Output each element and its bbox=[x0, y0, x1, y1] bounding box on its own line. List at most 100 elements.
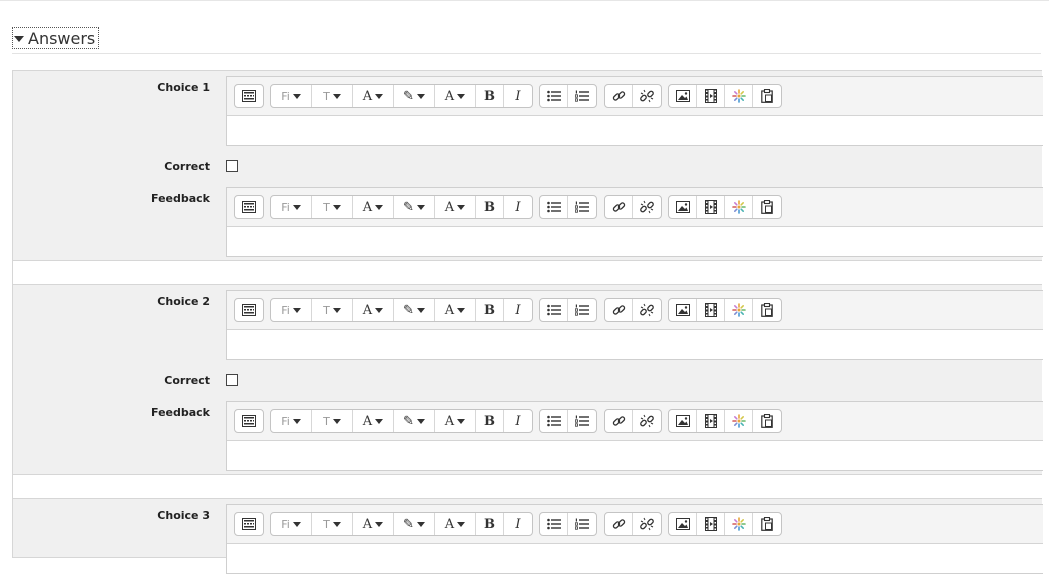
italic-button[interactable]: I bbox=[504, 299, 532, 321]
italic-button[interactable]: I bbox=[504, 85, 532, 107]
ordered-list-button[interactable] bbox=[568, 513, 596, 535]
toolbar-toggle-button[interactable] bbox=[235, 513, 263, 535]
bold-button[interactable]: B bbox=[476, 85, 504, 107]
bold-button[interactable]: B bbox=[476, 299, 504, 321]
font-color-button[interactable]: A bbox=[353, 513, 394, 535]
ordered-list-button[interactable] bbox=[568, 299, 596, 321]
link-button[interactable] bbox=[605, 196, 633, 218]
link-icon bbox=[612, 305, 625, 315]
insert-media-button[interactable] bbox=[697, 299, 725, 321]
unlink-button[interactable] bbox=[633, 410, 661, 432]
style-button[interactable]: A bbox=[435, 299, 476, 321]
paste-button[interactable] bbox=[753, 513, 781, 535]
choice-3-editor[interactable]: Fi T A ✎ A B I bbox=[226, 504, 1043, 574]
font-family-button[interactable]: Fi bbox=[271, 85, 312, 107]
unlink-icon bbox=[640, 517, 654, 531]
paste-button[interactable] bbox=[753, 410, 781, 432]
choice-1-editor[interactable]: Fi T A ✎ A B I bbox=[226, 76, 1043, 146]
unlink-button[interactable] bbox=[633, 299, 661, 321]
insert-media-button[interactable] bbox=[697, 410, 725, 432]
font-color-button[interactable]: A bbox=[353, 196, 394, 218]
unlink-button[interactable] bbox=[633, 196, 661, 218]
choice-1-feedback-editor[interactable]: Fi T A ✎ A B I bbox=[226, 187, 1043, 257]
font-size-button[interactable]: T bbox=[312, 410, 353, 432]
highlight-button[interactable]: ✎ bbox=[394, 196, 435, 218]
editor-content-area[interactable] bbox=[227, 544, 1043, 573]
editor-content-area[interactable] bbox=[227, 227, 1043, 256]
ordered-list-button[interactable] bbox=[568, 410, 596, 432]
style-button[interactable]: A bbox=[435, 196, 476, 218]
highlight-button[interactable]: ✎ bbox=[394, 85, 435, 107]
choice-2-feedback-editor[interactable]: Fi T A ✎ A B I bbox=[226, 401, 1043, 471]
editor-content-area[interactable] bbox=[227, 441, 1043, 470]
unordered-list-button[interactable] bbox=[540, 410, 568, 432]
highlight-button[interactable]: ✎ bbox=[394, 299, 435, 321]
unordered-list-button[interactable] bbox=[540, 299, 568, 321]
link-button[interactable] bbox=[605, 410, 633, 432]
highlight-button[interactable]: ✎ bbox=[394, 410, 435, 432]
style-button[interactable]: A bbox=[435, 410, 476, 432]
toolbar-toggle-button[interactable] bbox=[235, 196, 263, 218]
font-family-button[interactable]: Fi bbox=[271, 410, 312, 432]
style-button[interactable]: A bbox=[435, 513, 476, 535]
font-size-button[interactable]: T bbox=[312, 85, 353, 107]
bold-icon: B bbox=[484, 516, 495, 532]
unlink-button[interactable] bbox=[633, 85, 661, 107]
unordered-list-button[interactable] bbox=[540, 85, 568, 107]
ordered-list-button[interactable] bbox=[568, 85, 596, 107]
insert-media-button[interactable] bbox=[697, 85, 725, 107]
unordered-list-button[interactable] bbox=[540, 513, 568, 535]
link-button[interactable] bbox=[605, 299, 633, 321]
highlight-button[interactable]: ✎ bbox=[394, 513, 435, 535]
font-color-button[interactable]: A bbox=[353, 85, 394, 107]
toolbar-group-format: Fi T A ✎ A B I bbox=[270, 298, 533, 322]
bold-button[interactable]: B bbox=[476, 513, 504, 535]
ordered-list-button[interactable] bbox=[568, 196, 596, 218]
toolbar-toggle-button[interactable] bbox=[235, 410, 263, 432]
insert-image-button[interactable] bbox=[669, 196, 697, 218]
choice-2-correct-checkbox[interactable] bbox=[226, 374, 238, 386]
font-size-button[interactable]: T bbox=[312, 513, 353, 535]
font-size-button[interactable]: T bbox=[312, 196, 353, 218]
font-family-button[interactable]: Fi bbox=[271, 299, 312, 321]
font-family-button[interactable]: Fi bbox=[271, 513, 312, 535]
insert-image-button[interactable] bbox=[669, 85, 697, 107]
unordered-list-button[interactable] bbox=[540, 196, 568, 218]
bold-button[interactable]: B bbox=[476, 196, 504, 218]
editor-content-area[interactable] bbox=[227, 330, 1043, 359]
style-glyph: A bbox=[444, 199, 455, 215]
insert-media-button[interactable] bbox=[697, 196, 725, 218]
link-button[interactable] bbox=[605, 513, 633, 535]
toolbar-toggle-button[interactable] bbox=[235, 85, 263, 107]
caret-down-icon bbox=[292, 204, 301, 210]
style-button[interactable]: A bbox=[435, 85, 476, 107]
choice-2-editor[interactable]: Fi T A ✎ A B I bbox=[226, 290, 1043, 360]
insert-image-button[interactable] bbox=[669, 299, 697, 321]
font-color-button[interactable]: A bbox=[353, 299, 394, 321]
manage-files-button[interactable] bbox=[725, 85, 753, 107]
editor-content-area[interactable] bbox=[227, 116, 1043, 145]
unlink-button[interactable] bbox=[633, 513, 661, 535]
font-color-button[interactable]: A bbox=[353, 410, 394, 432]
insert-image-button[interactable] bbox=[669, 410, 697, 432]
font-size-button[interactable]: T bbox=[312, 299, 353, 321]
bold-button[interactable]: B bbox=[476, 410, 504, 432]
paste-button[interactable] bbox=[753, 85, 781, 107]
choice-1-correct-checkbox[interactable] bbox=[226, 160, 238, 172]
italic-button[interactable]: I bbox=[504, 513, 532, 535]
manage-files-button[interactable] bbox=[725, 513, 753, 535]
insert-media-button[interactable] bbox=[697, 513, 725, 535]
toolbar-toggle-button[interactable] bbox=[235, 299, 263, 321]
link-button[interactable] bbox=[605, 85, 633, 107]
link-icon bbox=[612, 202, 625, 212]
manage-files-button[interactable] bbox=[725, 196, 753, 218]
paste-button[interactable] bbox=[753, 196, 781, 218]
paste-button[interactable] bbox=[753, 299, 781, 321]
answers-section-toggle[interactable]: Answers bbox=[12, 27, 100, 49]
font-family-button[interactable]: Fi bbox=[271, 196, 312, 218]
italic-button[interactable]: I bbox=[504, 410, 532, 432]
manage-files-button[interactable] bbox=[725, 410, 753, 432]
manage-files-button[interactable] bbox=[725, 299, 753, 321]
insert-image-button[interactable] bbox=[669, 513, 697, 535]
italic-button[interactable]: I bbox=[504, 196, 532, 218]
